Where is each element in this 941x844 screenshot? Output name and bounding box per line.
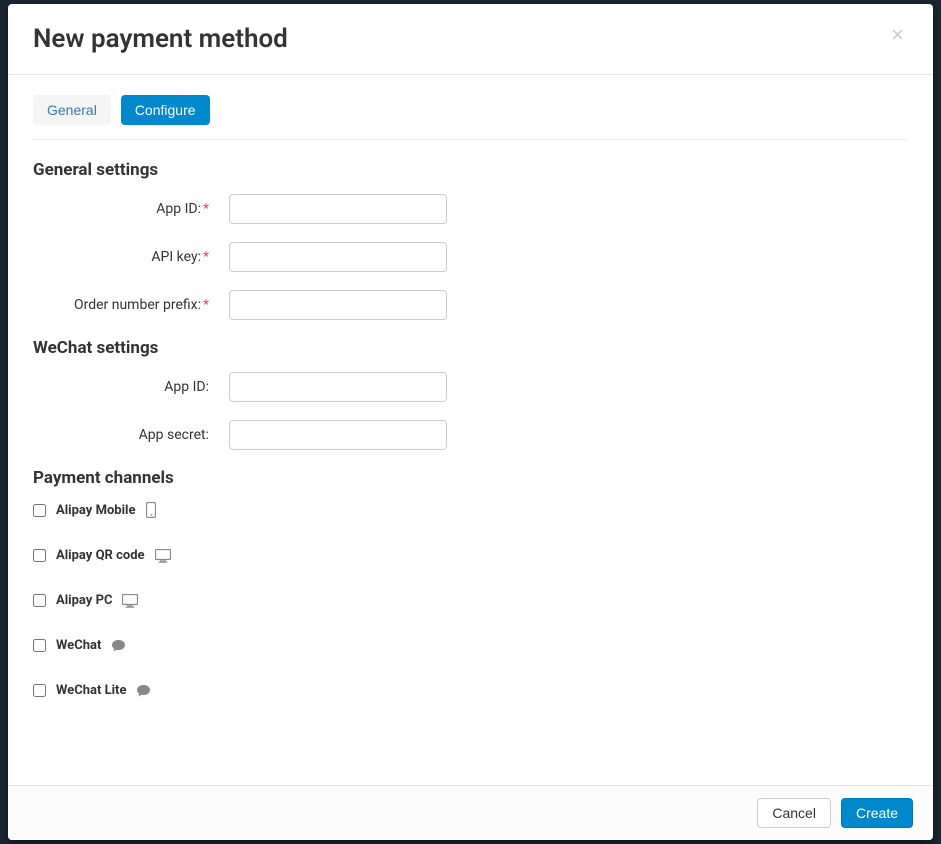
channel-alipay-pc: Alipay PC: [33, 593, 908, 608]
modal-header: New payment method ×: [8, 4, 933, 75]
tab-configure[interactable]: Configure: [121, 95, 210, 125]
form-row-app-id: App ID:*: [33, 194, 908, 224]
channel-wechat-lite: WeChat Lite: [33, 683, 908, 698]
mobile-icon: [146, 502, 156, 518]
cancel-button[interactable]: Cancel: [757, 798, 831, 828]
wechat-app-secret-label: App secret:: [33, 427, 211, 443]
app-id-label: App ID:*: [33, 201, 211, 217]
channel-checkbox-wechat-lite[interactable]: [33, 684, 46, 697]
wechat-app-id-label: App ID:: [33, 379, 211, 395]
form-row-order-prefix: Order number prefix:*: [33, 290, 908, 320]
api-key-input[interactable]: [229, 242, 447, 272]
wechat-app-id-input[interactable]: [229, 372, 447, 402]
channel-label: Alipay PC: [56, 593, 112, 608]
close-button[interactable]: ×: [887, 24, 908, 46]
channel-alipay-qr: Alipay QR code: [33, 548, 908, 563]
tab-general[interactable]: General: [33, 95, 111, 125]
wechat-settings-heading: WeChat settings: [33, 338, 908, 358]
channel-label: WeChat: [56, 638, 101, 653]
channel-label: WeChat Lite: [56, 683, 126, 698]
general-settings-heading: General settings: [33, 160, 908, 180]
app-id-input[interactable]: [229, 194, 447, 224]
channel-checkbox-alipay-qr[interactable]: [33, 549, 46, 562]
create-button[interactable]: Create: [841, 798, 913, 828]
wechat-app-secret-input[interactable]: [229, 420, 447, 450]
chat-icon: [111, 639, 126, 653]
modal-body[interactable]: General Configure General settings App I…: [8, 75, 933, 785]
tab-bar: General Configure: [33, 95, 908, 140]
chat-icon: [136, 684, 151, 698]
channel-alipay-mobile: Alipay Mobile: [33, 502, 908, 518]
modal-footer: Cancel Create: [8, 785, 933, 840]
form-row-wechat-app-id: App ID:: [33, 372, 908, 402]
desktop-icon: [155, 549, 171, 563]
api-key-label: API key:*: [33, 249, 211, 265]
desktop-icon: [122, 594, 138, 608]
form-row-api-key: API key:*: [33, 242, 908, 272]
required-marker: *: [203, 297, 209, 313]
channel-label: Alipay Mobile: [56, 503, 136, 518]
required-marker: *: [203, 201, 209, 217]
order-prefix-input[interactable]: [229, 290, 447, 320]
payment-method-modal: New payment method × General Configure G…: [8, 4, 933, 840]
channel-checkbox-wechat[interactable]: [33, 639, 46, 652]
modal-title: New payment method: [33, 24, 288, 54]
channel-checkbox-alipay-pc[interactable]: [33, 594, 46, 607]
channel-wechat: WeChat: [33, 638, 908, 653]
channel-checkbox-alipay-mobile[interactable]: [33, 504, 46, 517]
required-marker: *: [203, 249, 209, 265]
payment-channels-heading: Payment channels: [33, 468, 908, 488]
form-row-wechat-app-secret: App secret:: [33, 420, 908, 450]
order-prefix-label: Order number prefix:*: [33, 297, 211, 313]
channel-label: Alipay QR code: [56, 548, 145, 563]
